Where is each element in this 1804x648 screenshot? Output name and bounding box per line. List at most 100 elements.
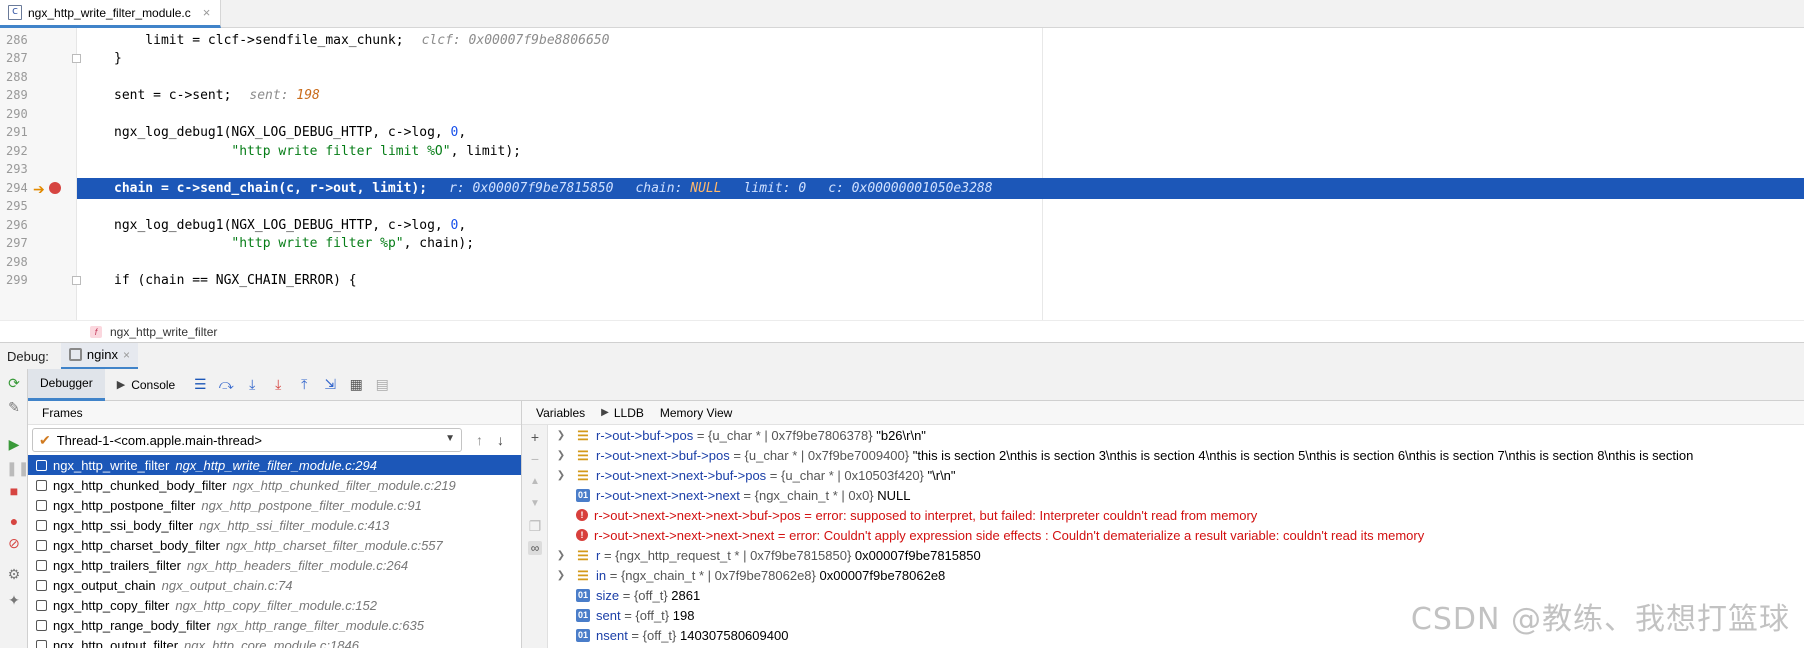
- resume-icon[interactable]: ▶: [6, 436, 22, 452]
- frame-location: ngx_output_chain.c:74: [161, 577, 293, 593]
- frame-item[interactable]: ngx_http_ssi_body_filter ngx_http_ssi_fil…: [28, 515, 521, 535]
- frame-item[interactable]: ngx_http_chunked_body_filter ngx_http_chu…: [28, 475, 521, 495]
- copy-icon[interactable]: ❐: [528, 519, 542, 533]
- debugger-tabs: Debugger ▶ Console ☰ ⤼ ⤓ ⤓ ⤒ ⇲ ▦ ▤: [28, 368, 1804, 401]
- variable-row[interactable]: ! r->out->next->next->next->buf->pos = er…: [548, 505, 1804, 525]
- frame-item[interactable]: ngx_http_copy_filter ngx_http_copy_filter…: [28, 595, 521, 615]
- step-over-icon[interactable]: ⤼: [218, 376, 234, 393]
- frame-function: ngx_http_trailers_filter: [53, 557, 181, 573]
- variables-tabs: Variables ▶ LLDB Memory View: [522, 401, 1804, 425]
- variable-value: 0x00007f9be7815850: [854, 547, 981, 563]
- code-line[interactable]: 289 sent = c->sent; sent: 198: [0, 85, 1804, 106]
- variable-value: 140307580609400: [679, 627, 789, 643]
- remove-watch-icon[interactable]: −: [528, 452, 542, 466]
- breadcrumb-function[interactable]: ngx_http_write_filter: [110, 325, 217, 339]
- code-line[interactable]: 293: [0, 159, 1804, 180]
- chevron-right-icon[interactable]: ❯: [554, 570, 568, 581]
- variable-row[interactable]: ❯ ☰ r->out->next->next->buf->pos = {u_char…: [548, 465, 1804, 485]
- add-watch-icon[interactable]: +: [528, 430, 542, 444]
- variable-value: 2861: [671, 587, 701, 603]
- line-number: 299: [6, 273, 28, 287]
- struct-icon: ☰: [577, 567, 589, 583]
- menu-icon[interactable]: ☰: [192, 376, 208, 393]
- primitive-icon: 01: [576, 488, 590, 502]
- code-line[interactable]: 297 "http write filter %p", chain);: [0, 233, 1804, 254]
- arrow-down-icon[interactable]: ↓: [497, 432, 504, 448]
- frame-function: ngx_http_chunked_body_filter: [53, 477, 227, 493]
- tab-memory-view[interactable]: Memory View: [660, 406, 732, 420]
- rerun-icon[interactable]: ⟳: [6, 375, 22, 391]
- close-icon[interactable]: ×: [203, 5, 211, 20]
- code-line[interactable]: 299 if (chain == NGX_CHAIN_ERROR) {: [0, 270, 1804, 291]
- force-step-into-icon[interactable]: ⤓: [270, 376, 286, 393]
- view-breakpoints-icon[interactable]: ●: [6, 513, 22, 529]
- close-icon[interactable]: ×: [123, 348, 130, 362]
- code-line[interactable]: 291 ngx_log_debug1(NGX_LOG_DEBUG_HTTP, c-…: [0, 122, 1804, 143]
- frame-item[interactable]: ngx_http_range_body_filter ngx_http_range…: [28, 615, 521, 635]
- variable-row[interactable]: 01 r->out->next->next->next = {ngx_chain_…: [548, 485, 1804, 505]
- fold-icon[interactable]: [72, 54, 81, 63]
- error-icon: !: [576, 529, 588, 541]
- tab-variables[interactable]: Variables: [536, 406, 585, 420]
- wrench-icon[interactable]: ✎: [6, 399, 22, 415]
- variable-name: r->out->buf->pos: [596, 427, 694, 443]
- step-into-icon[interactable]: ⤓: [244, 376, 260, 393]
- breakpoint-icon[interactable]: [49, 182, 61, 194]
- move-up-icon[interactable]: ▲: [528, 475, 542, 489]
- step-out-icon[interactable]: ⤒: [296, 376, 312, 393]
- pin-icon[interactable]: ✦: [6, 592, 22, 608]
- gear-icon[interactable]: ⚙: [6, 566, 22, 582]
- variable-row[interactable]: ❯ ☰ r->out->next->buf->pos = {u_char * | 0…: [548, 445, 1804, 465]
- chevron-right-icon[interactable]: ❯: [554, 450, 568, 461]
- tab-console[interactable]: ▶ Console: [105, 369, 188, 401]
- editor-tab-label: ngx_http_write_filter_module.c: [28, 5, 191, 20]
- variable-row[interactable]: ❯ ☰ in = {ngx_chain_t * | 0x7f9be78062e8} …: [548, 565, 1804, 585]
- evaluate-expression-icon[interactable]: ▦: [348, 376, 364, 393]
- frame-item[interactable]: ngx_http_write_filter ngx_http_write_filt…: [28, 455, 521, 475]
- stack-frame-icon: [36, 559, 47, 571]
- console-icon: ▶: [601, 407, 609, 418]
- fold-icon[interactable]: [72, 276, 81, 285]
- glasses-icon[interactable]: ∞: [528, 541, 542, 555]
- chevron-right-icon[interactable]: ❯: [554, 550, 568, 561]
- inline-value-number: 198: [296, 88, 320, 103]
- frame-function: ngx_http_write_filter: [53, 457, 170, 473]
- variable-row[interactable]: ! r->out->next->next->next->next = error:…: [548, 525, 1804, 545]
- trace-icon[interactable]: ▤: [374, 376, 390, 393]
- run-config-tab[interactable]: nginx ×: [60, 342, 139, 370]
- variable-row[interactable]: ❯ ☰ r->out->buf->pos = {u_char * | 0x7f9be…: [548, 425, 1804, 445]
- frame-location: ngx_http_chunked_filter_module.c:219: [232, 477, 456, 493]
- variable-name: r->out->next->next->next: [596, 487, 740, 503]
- chevron-right-icon[interactable]: ❯: [554, 470, 568, 481]
- pause-icon[interactable]: ❚❚: [6, 460, 29, 476]
- tab-lldb-label: LLDB: [613, 405, 644, 420]
- frame-item[interactable]: ngx_http_trailers_filter ngx_http_headers…: [28, 555, 521, 575]
- thread-select[interactable]: ✔ Thread-1-<com.apple.main-thread> ▼: [32, 428, 462, 452]
- frame-item[interactable]: ngx_http_output_filter ngx_http_core_modu…: [28, 635, 521, 648]
- arrow-up-icon[interactable]: ↑: [476, 432, 483, 448]
- code-line[interactable]: 295: [0, 196, 1804, 217]
- variable-row[interactable]: ❯ ☰ r = {ngx_http_request_t * | 0x7f9be781…: [548, 545, 1804, 565]
- line-number: 297: [6, 236, 28, 250]
- mute-breakpoints-icon[interactable]: ⊘: [6, 535, 22, 551]
- frame-item[interactable]: ngx_http_postpone_filter ngx_http_postpon…: [28, 495, 521, 515]
- code-editor[interactable]: 286 limit = clcf->sendfile_max_chunk; clc…: [0, 28, 1804, 320]
- stack-frame-icon: [36, 479, 47, 491]
- tab-lldb[interactable]: ▶ LLDB: [601, 406, 644, 420]
- thread-row: ✔ Thread-1-<com.apple.main-thread> ▼ ↑ ↓: [28, 425, 521, 455]
- frame-function: ngx_http_postpone_filter: [53, 497, 196, 513]
- move-down-icon[interactable]: ▼: [528, 497, 542, 511]
- frame-item[interactable]: ngx_output_chain ngx_output_chain.c:74: [28, 575, 521, 595]
- code-line[interactable]: 287}: [0, 48, 1804, 69]
- run-to-cursor-icon[interactable]: ⇲: [322, 376, 338, 393]
- variable-value: = error: supposed to interpret, but fail…: [800, 507, 1258, 523]
- chevron-right-icon[interactable]: ❯: [554, 430, 568, 441]
- breadcrumb[interactable]: f ngx_http_write_filter: [0, 320, 1804, 342]
- line-number: 293: [6, 162, 28, 176]
- variable-value: 198: [672, 607, 695, 623]
- frame-item[interactable]: ngx_http_charset_body_filter ngx_http_cha…: [28, 535, 521, 555]
- frame-location: ngx_http_postpone_filter_module.c:91: [201, 497, 422, 513]
- tab-debugger[interactable]: Debugger: [28, 368, 105, 401]
- editor-tab[interactable]: ngx_http_write_filter_module.c ×: [0, 0, 222, 28]
- stop-icon[interactable]: ■: [6, 483, 22, 499]
